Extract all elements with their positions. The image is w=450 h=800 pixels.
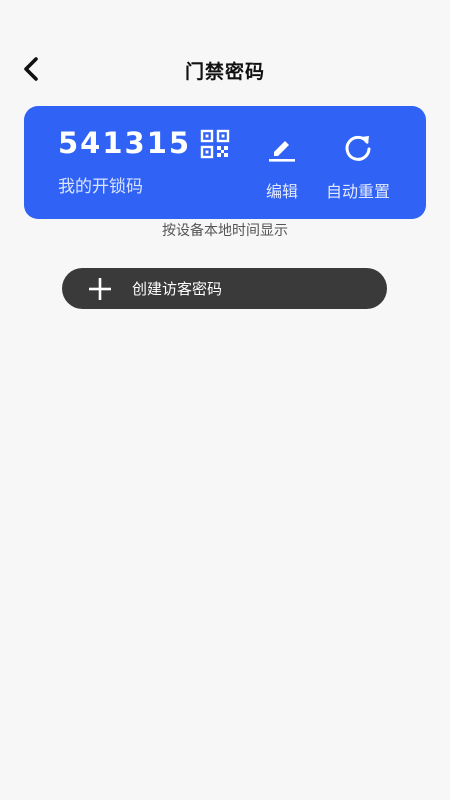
edit-button[interactable]: 编辑: [266, 132, 298, 202]
create-visitor-code-button[interactable]: 创建访客密码: [62, 268, 387, 309]
auto-reset-button[interactable]: 自动重置: [326, 132, 390, 202]
auto-reset-label: 自动重置: [326, 182, 391, 201]
pencil-icon: [266, 132, 298, 164]
plus-icon: [88, 277, 112, 301]
lock-code-card: 541315 我的开锁码 编辑 自动重置: [24, 106, 426, 219]
refresh-icon: [342, 132, 374, 164]
create-visitor-code-label: 创建访客密码: [132, 280, 223, 298]
page-title: 门禁密码: [184, 61, 265, 83]
time-hint: 按设备本地时间显示: [162, 223, 288, 239]
qr-code-icon[interactable]: [200, 129, 230, 159]
lock-code-label: 我的开锁码: [58, 177, 143, 197]
header: 门禁密码: [0, 0, 450, 100]
edit-label: 编辑: [266, 182, 299, 201]
lock-code-value: 541315: [58, 126, 192, 160]
